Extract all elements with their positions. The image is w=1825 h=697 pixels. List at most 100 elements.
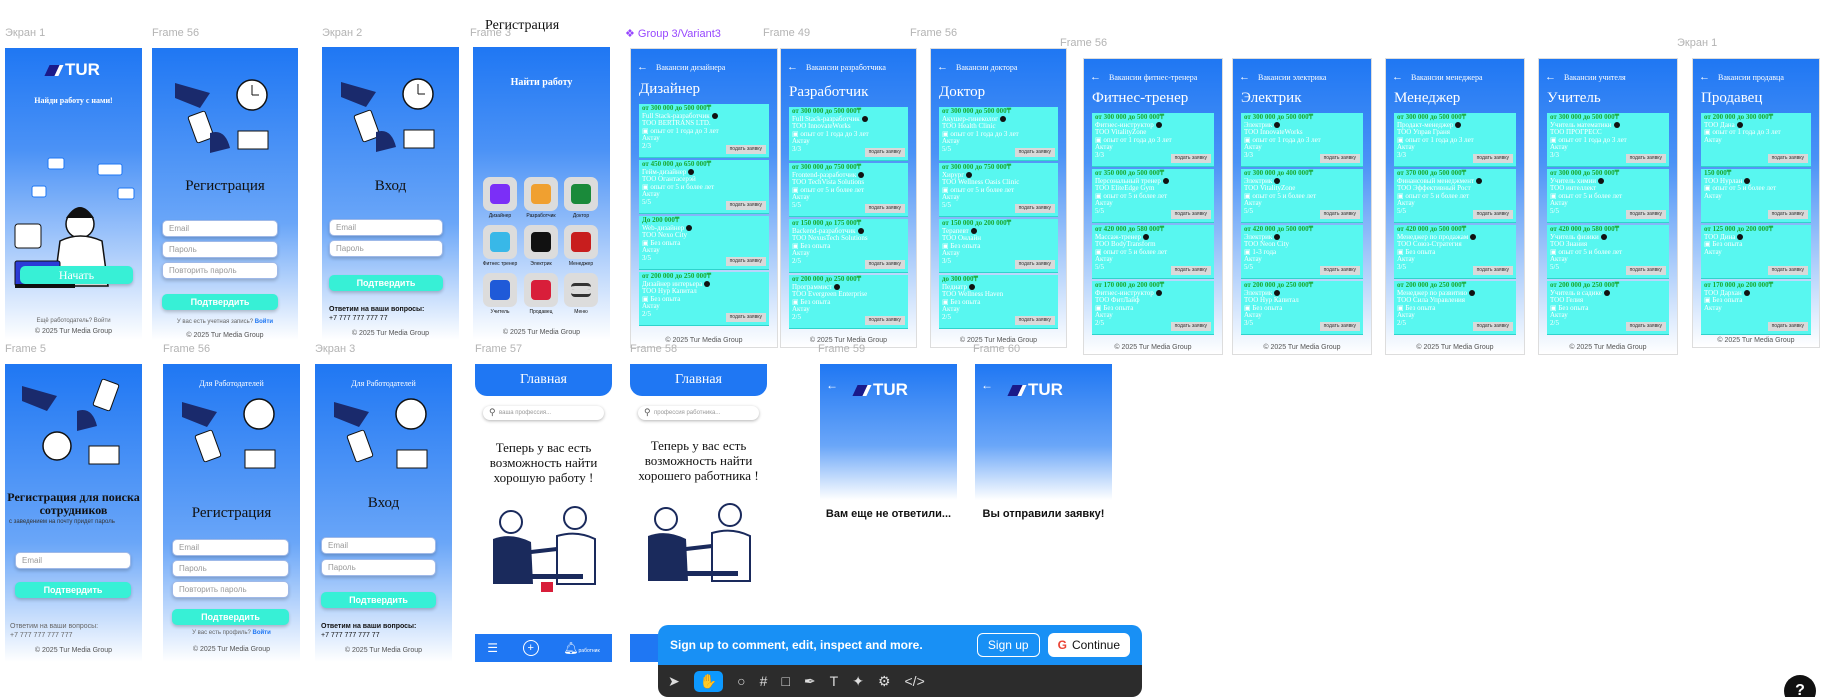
job-card[interactable]: от 300 000 до 500 000₸ Full Stack-разраб… [639,104,769,158]
apply-button[interactable]: подать заявку [864,203,905,213]
search-input[interactable]: ваша профессия... [483,406,604,420]
apply-button[interactable]: подать заявку [1472,209,1513,219]
confirm-button[interactable]: Подтвердить [329,275,443,291]
apply-button[interactable]: подать заявку [725,144,766,154]
back-arrow-icon[interactable]: ← [1090,71,1101,83]
apply-button[interactable]: подать заявку [1767,153,1808,163]
job-card[interactable]: от 300 000 до 400 000₸ Электрик ТОО Vita… [1241,169,1363,223]
frame-label[interactable]: Экран 3 [315,343,355,355]
dev-mode-icon[interactable]: </> [905,673,925,689]
repeat-password-field[interactable]: Повторить пароль [172,581,289,598]
list-search-icon[interactable]: ☰ [487,641,498,655]
job-card[interactable]: от 200 000 до 300 000₸ ТОО Дана ▣ опыт о… [1701,113,1811,167]
job-card[interactable]: от 300 000 до 500 000₸ Full Stack-разраб… [789,107,908,161]
password-field[interactable]: Пароль [321,559,436,576]
apply-button[interactable]: подать заявку [1625,265,1666,275]
repeat-password-field[interactable]: Повторить пароль [162,262,278,279]
confirm-button[interactable]: Подтвердить [15,582,131,598]
job-card[interactable]: от 170 000 до 200 000₸ ТОО Дархан ▣ Без … [1701,281,1811,335]
email-field[interactable]: Email [329,219,443,236]
apply-button[interactable]: подать заявку [1319,265,1360,275]
job-card[interactable]: от 125 000 до 200 000₸ ТОО Дина ▣ Без оп… [1701,225,1811,279]
apply-button[interactable]: подать заявку [864,315,905,325]
apply-button[interactable]: подать заявку [1472,265,1513,275]
back-arrow-icon[interactable]: ← [637,61,648,73]
frame-label[interactable]: Frame 56 [910,27,957,39]
apply-button[interactable]: подать заявку [1319,321,1360,331]
frame-label[interactable]: Frame 56 [152,27,199,39]
apply-button[interactable]: подать заявку [864,259,905,269]
job-card[interactable]: от 300 000 до 500 000₸ Учитель математик… [1547,113,1669,167]
frame-label[interactable]: Экран 1 [1677,37,1717,49]
apply-button[interactable]: подать заявку [1767,209,1808,219]
move-tool-icon[interactable]: ➤ [668,673,680,690]
comment-tool-icon[interactable]: ○ [737,673,745,689]
apply-button[interactable]: подать заявку [1319,153,1360,163]
help-button[interactable]: ? [1784,675,1816,697]
shape-tool-icon[interactable]: □ [781,673,789,689]
job-card[interactable]: от 420 000 до 580 000₸ Учитель физики ТО… [1547,225,1669,279]
apply-button[interactable]: подать заявку [1472,321,1513,331]
email-field[interactable]: Email [172,539,289,556]
login-link[interactable]: Войти [253,630,271,636]
category-tile[interactable] [564,273,598,307]
job-card[interactable]: от 200 000 до 250 000₸ Электрик ТОО Нур … [1241,281,1363,335]
confirm-button[interactable]: Подтвердить [172,609,289,625]
apply-button[interactable]: подать заявку [1625,321,1666,331]
frame-label[interactable]: Экран 2 [322,27,362,39]
apply-button[interactable]: подать заявку [1170,321,1211,331]
category-tile[interactable] [564,225,598,259]
frame-label[interactable]: Экран 1 [5,27,45,39]
apply-button[interactable]: подать заявку [725,256,766,266]
job-card[interactable]: от 200 000 до 250 000₸ Учитель в садике … [1547,281,1669,335]
password-field[interactable]: Пароль [162,241,278,258]
apply-button[interactable]: подать заявку [1014,203,1055,213]
category-tile[interactable] [483,225,517,259]
apply-button[interactable]: подать заявку [725,200,766,210]
job-card[interactable]: до 300 000₸ Педиатр ТОО Wellness Haven ▣… [939,275,1058,329]
confirm-button[interactable]: Подтвердить [321,592,436,608]
job-card[interactable]: от 350 000 до 500 000₸ Персональный трен… [1092,169,1214,223]
back-arrow-icon[interactable]: ← [937,61,948,73]
job-card[interactable]: от 300 000 до 500 000₸ Продакт-менеджер … [1394,113,1516,167]
apply-button[interactable]: подать заявку [1014,147,1055,157]
job-card[interactable]: от 300 000 до 500 000₸ Электрик ТОО Inno… [1241,113,1363,167]
password-field[interactable]: Пароль [172,560,289,577]
frame-label[interactable]: Frame 49 [763,27,810,39]
back-arrow-icon[interactable]: ← [1239,71,1250,83]
frame-label[interactable]: ❖ Group 3/Variant3 [625,27,721,40]
job-card[interactable]: от 200 000 до 250 000₸ Дизайнер интерьер… [639,272,769,326]
job-card[interactable]: от 170 000 до 200 000₸ Фитнес-инструктор… [1092,281,1214,335]
signup-button[interactable]: Sign up [976,633,1040,657]
back-arrow-icon[interactable]: ← [1545,71,1556,83]
job-card[interactable]: от 300 000 до 750 000₸ Хирург ТОО Wellne… [939,163,1058,217]
job-card[interactable]: от 300 000 до 500 000₸ Учитель химии ТОО… [1547,169,1669,223]
category-tile[interactable] [524,273,558,307]
continue-button[interactable]: G Continue [1047,633,1130,657]
apply-button[interactable]: подать заявку [1319,209,1360,219]
back-arrow-icon[interactable]: ← [981,378,993,392]
apply-button[interactable]: подать заявку [864,147,905,157]
resources-tool-icon[interactable]: ✦ [852,673,864,690]
job-card[interactable]: от 300 000 до 750 000₸ Frontend-разработ… [789,163,908,217]
apply-button[interactable]: подать заявку [1170,209,1211,219]
job-card[interactable]: от 150 000 до 175 000₸ Backend-разработч… [789,219,908,273]
login-link[interactable]: Войти [255,319,273,325]
job-card[interactable]: от 200 000 до 250 000₸ Программист ТОО E… [789,275,908,329]
confirm-button[interactable]: Подтвердить [162,294,278,310]
job-card[interactable]: 150 000₸ ТОО Нурлан ▣ опыт от 5 и более … [1701,169,1811,223]
job-card[interactable]: от 420 000 до 500 000₸ Менеджер по прода… [1394,225,1516,279]
back-arrow-icon[interactable]: ← [1699,71,1710,83]
frame-label[interactable]: Frame 58 [630,343,677,355]
job-card[interactable]: До 200 000₸ Web-дизайнер ТОО Nexo City ▣… [639,216,769,270]
frame-label[interactable]: Frame 56 [1060,37,1107,49]
search-input[interactable]: профессия работника... [638,406,759,420]
frame-tool-icon[interactable]: # [760,673,768,689]
job-card[interactable]: от 150 000 до 200 000₸ Терапевт ТОО Онла… [939,219,1058,273]
job-card[interactable]: от 450 000 до 650 000₸ Гейм-дизайнер ТОО… [639,160,769,214]
category-tile[interactable] [564,177,598,211]
apply-button[interactable]: подать заявку [1014,259,1055,269]
apply-button[interactable]: подать заявку [1625,209,1666,219]
apply-button[interactable]: подать заявку [1472,153,1513,163]
job-card[interactable]: от 370 000 до 500 000₸ Финансовый менедж… [1394,169,1516,223]
